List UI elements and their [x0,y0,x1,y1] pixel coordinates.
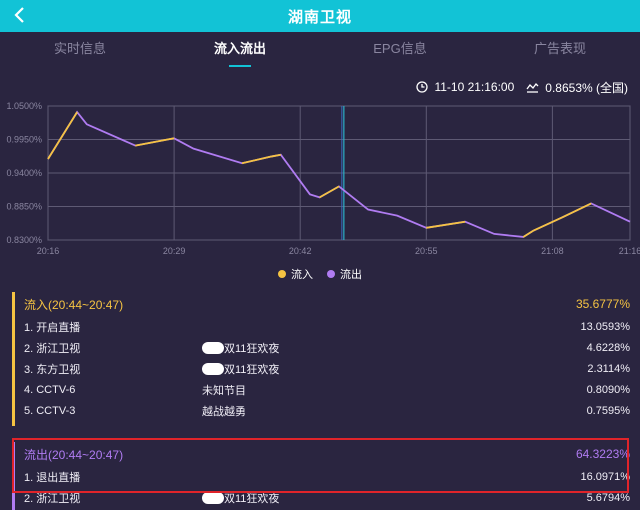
inflow-dot-icon [278,270,286,278]
legend-inflow[interactable]: 流入 [278,266,313,282]
inflow-series-segment [532,216,563,232]
list-item[interactable]: 1. 退出直播 16.0971% [12,466,630,487]
outflow-section: 流出(20:44~20:47) 64.3223% 1. 退出直播 16.0971… [12,442,630,510]
list-item[interactable]: 2. 浙江卫视 双11狂欢夜 5.6794% [12,487,630,508]
trend-icon [526,82,539,93]
inflow-title: 流入(20:44~20:47) [24,297,124,312]
list-item[interactable]: 3. 东方卫视 双11狂欢夜 2.3114% [12,358,630,379]
redaction-mark [202,362,224,375]
inflow-header: 流入(20:44~20:47) 35.6777% [12,292,630,316]
tab-bar: 实时信息 流入流出 EPG信息 广告表现 [0,32,640,68]
outflow-dot-icon [327,270,335,278]
inflow-series-segment [426,220,466,229]
top-bar: 湖南卫视 [0,0,640,32]
tab-ads[interactable]: 广告表现 [480,32,640,68]
time-readout: 11-10 21:16:00 [434,80,515,94]
x-tick-label: 20:29 [163,246,186,256]
y-tick-label: 1.0500% [6,101,42,111]
inflow-section: 流入(20:44~20:47) 35.6777% 1. 开启直播 13.0593… [12,292,630,426]
inflow-series-segment [270,153,281,158]
tab-realtime[interactable]: 实时信息 [0,32,160,68]
page-title: 湖南卫视 [287,8,352,26]
tab-epg[interactable]: EPG信息 [320,32,480,68]
outflow-total: 64.3223% [575,447,630,461]
x-tick-label: 21:16 [619,246,640,256]
clock-icon [416,81,429,93]
inflow-series-segment [47,111,78,160]
legend-outflow[interactable]: 流出 [327,266,362,282]
list-item[interactable]: 4. CCTV-6 未知节目 0.8090% [12,379,630,400]
outflow-header: 流出(20:44~20:47) 64.3223% [12,442,630,466]
inflow-series-segment [522,230,534,238]
inflow-series-segment [241,155,272,165]
tab-flow[interactable]: 流入流出 [160,32,320,68]
x-tick-label: 20:16 [37,246,60,256]
redaction-mark [202,491,224,504]
list-item[interactable]: 2. 浙江卫视 双11狂欢夜 4.6228% [12,337,630,358]
outflow-series-line [47,110,631,238]
back-button[interactable] [10,4,30,26]
outflow-accent-bar [12,442,15,510]
flow-chart[interactable]: 1.0500% 0.9950% 0.9400% 0.8850% 0.8300%20:16… [0,96,640,262]
rating-readout: 0.8653% (全国) [545,80,628,95]
y-tick-label: 0.9950% [6,135,42,145]
list-item[interactable]: 5. CCTV-3 越战越勇 0.7595% [12,400,630,421]
chart-legend: 流入 流出 [0,266,640,282]
y-tick-label: 0.8850% [6,202,42,212]
list-item[interactable]: 1. 开启直播 13.0593% [12,316,630,337]
x-tick-label: 20:42 [289,246,312,256]
inflow-series-segment [319,185,340,199]
outflow-title: 流出(20:44~20:47) [24,447,124,462]
chevron-left-icon [14,7,24,23]
x-tick-label: 20:55 [415,246,438,256]
y-tick-label: 0.8300% [6,235,42,245]
y-tick-label: 0.9400% [6,168,42,178]
inflow-accent-bar [12,292,15,426]
info-line: 11-10 21:16:00 0.8653% (全国) [416,78,628,96]
inflow-total: 35.6777% [575,297,630,311]
x-tick-label: 21:08 [541,246,564,256]
inflow-series-segment [561,202,592,219]
redaction-mark [202,341,224,354]
